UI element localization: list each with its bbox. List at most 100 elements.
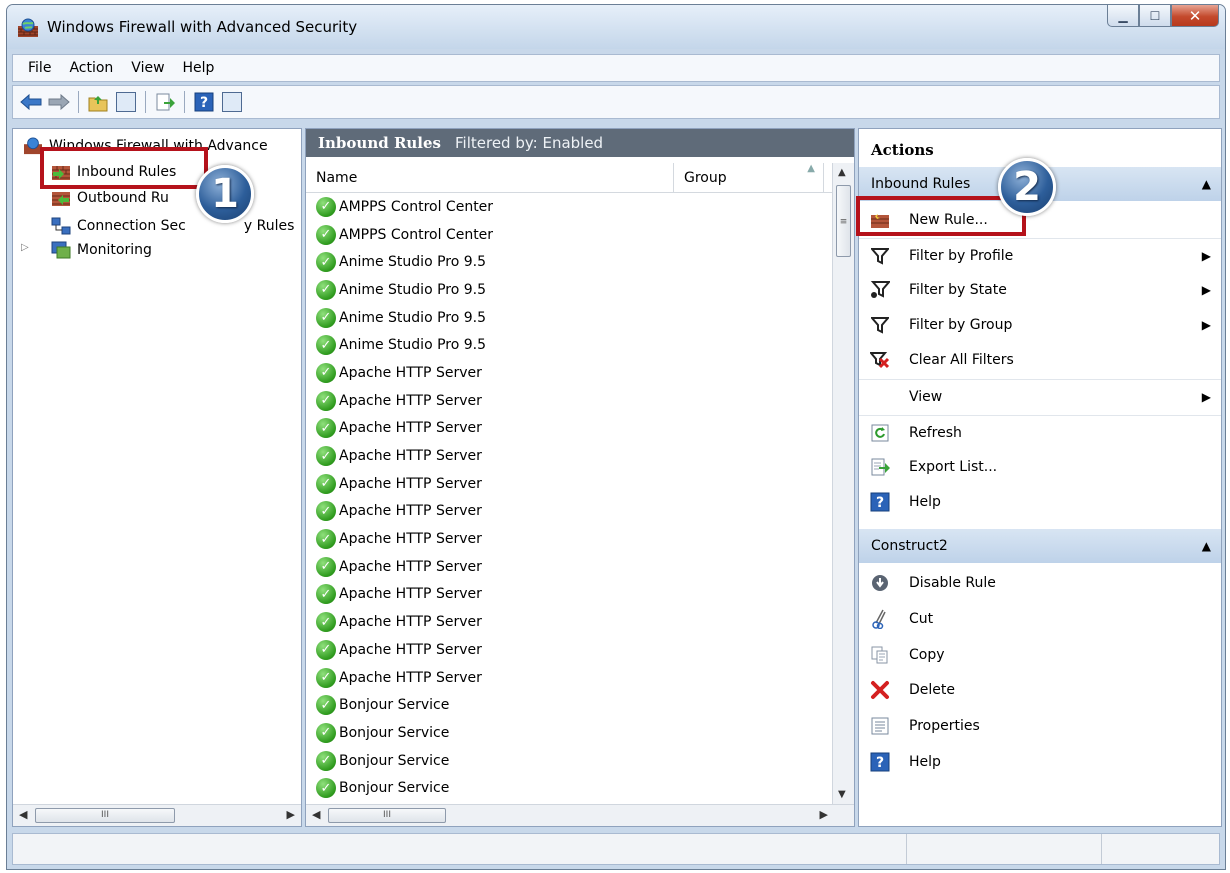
close-button[interactable]: ✕ (1171, 5, 1219, 27)
table-row[interactable]: ✓ Bonjour Service (306, 719, 832, 747)
minimize-button[interactable]: ▁ (1107, 5, 1139, 27)
tree-horizontal-scrollbar[interactable]: ◀ III ▶ (13, 804, 301, 826)
table-row[interactable]: ✓ Bonjour Service (306, 691, 832, 719)
action-filter-by-profile[interactable]: Filter by Profile ▶ (859, 238, 1221, 272)
enabled-check-icon: ✓ (316, 529, 336, 550)
enabled-check-icon: ✓ (316, 362, 336, 383)
rule-name: Apache HTTP Server (339, 669, 482, 686)
rule-name: AMPPS Control Center (339, 198, 494, 215)
table-row[interactable]: ✓ Apache HTTP Server (306, 359, 832, 387)
action-cut[interactable]: Cut (859, 602, 1221, 636)
action-export-list[interactable]: Export List... (859, 450, 1221, 484)
action-disable-rule[interactable]: Disable Rule (859, 566, 1221, 600)
table-row[interactable]: ✓ AMPPS Control Center (306, 221, 832, 249)
export-button[interactable] (153, 90, 177, 114)
table-row[interactable]: ✓ Anime Studio Pro 9.5 (306, 304, 832, 332)
scroll-right-icon[interactable]: ▶ (820, 808, 828, 821)
scroll-thumb[interactable]: III (328, 808, 446, 823)
action-help[interactable]: ? Help (859, 485, 1221, 519)
table-row[interactable]: ✓ Anime Studio Pro 9.5 (306, 248, 832, 276)
table-row[interactable]: ✓ Apache HTTP Server (306, 553, 832, 581)
show-hide-action-pane-button[interactable] (220, 90, 244, 114)
table-row[interactable]: ✓ Anime Studio Pro 9.5 (306, 331, 832, 359)
menu-file[interactable]: File (19, 60, 60, 76)
rules-list: ✓ AMPPS Control Center ✓ AMPPS Control Cent… (306, 193, 832, 804)
action-clear-all-filters[interactable]: Clear All Filters (859, 343, 1221, 377)
rule-name: Bonjour Service (339, 780, 450, 797)
toolbar: ? (12, 85, 1220, 119)
enabled-check-icon: ✓ (316, 473, 336, 494)
menu-bar: File Action View Help (12, 54, 1220, 82)
new-rule-icon (869, 209, 891, 231)
monitoring-icon (51, 241, 71, 259)
column-header-name[interactable]: Name (306, 163, 674, 193)
sort-ascending-icon: ▲ (807, 163, 815, 174)
table-row[interactable]: ✓ Apache HTTP Server (306, 387, 832, 415)
table-row[interactable]: ✓ Apache HTTP Server (306, 608, 832, 636)
scroll-thumb[interactable]: ≡ (836, 185, 851, 257)
rule-name: Apache HTTP Server (339, 448, 482, 465)
menu-view[interactable]: View (122, 60, 173, 76)
action-properties[interactable]: Properties (859, 709, 1221, 743)
scroll-thumb[interactable]: III (35, 808, 175, 823)
table-row[interactable]: ✓ Apache HTTP Server (306, 581, 832, 609)
menu-help[interactable]: Help (174, 60, 224, 76)
up-level-button[interactable] (86, 90, 110, 114)
maximize-button[interactable]: ☐ (1139, 5, 1171, 27)
action-delete[interactable]: Delete (859, 673, 1221, 707)
title-bar[interactable]: Windows Firewall with Advanced Security … (7, 5, 1225, 49)
table-row[interactable]: ✓ Apache HTTP Server (306, 664, 832, 692)
refresh-icon (869, 422, 891, 444)
back-button[interactable] (19, 90, 43, 114)
show-hide-tree-button[interactable] (114, 90, 138, 114)
action-label: Help (909, 754, 941, 770)
scroll-up-icon[interactable]: ▲ (838, 167, 846, 178)
table-row[interactable]: ✓ Anime Studio Pro 9.5 (306, 276, 832, 304)
scroll-right-icon[interactable]: ▶ (287, 808, 295, 821)
forward-button[interactable] (47, 90, 71, 114)
submenu-arrow-icon: ▶ (1201, 248, 1211, 263)
expand-monitoring-icon[interactable]: ▷ (21, 242, 29, 253)
actions-section-construct2[interactable]: Construct2 ▲ (859, 529, 1221, 563)
menu-action[interactable]: Action (60, 60, 122, 76)
table-row[interactable]: ✓ Apache HTTP Server (306, 525, 832, 553)
tree-root[interactable]: Windows Firewall with Advance (23, 133, 268, 159)
rule-name: Anime Studio Pro 9.5 (339, 281, 487, 298)
window-title: Windows Firewall with Advanced Security (47, 18, 358, 36)
table-row[interactable]: ✓ Apache HTTP Server (306, 415, 832, 443)
tree-item-monitoring[interactable]: Monitoring (51, 237, 152, 263)
rule-name: Anime Studio Pro 9.5 (339, 337, 487, 354)
action-view[interactable]: View ▶ (859, 379, 1221, 413)
table-row[interactable]: ✓ AMPPS Control Center (306, 193, 832, 221)
scroll-down-icon[interactable]: ▼ (838, 789, 846, 800)
list-horizontal-scrollbar[interactable]: ◀ III ▶ (306, 804, 854, 826)
column-header-group[interactable]: Group ▲ (674, 163, 824, 193)
table-row[interactable]: ✓ Apache HTTP Server (306, 498, 832, 526)
table-row[interactable]: ✓ Bonjour Service (306, 747, 832, 775)
enabled-check-icon: ✓ (316, 224, 336, 245)
action-filter-by-group[interactable]: Filter by Group ▶ (859, 308, 1221, 342)
tree-item-inbound-rules[interactable]: Inbound Rules (51, 159, 176, 185)
action-refresh[interactable]: Refresh (859, 415, 1221, 449)
callout-badge-1: 1 (196, 165, 254, 223)
tree-item-connection-security-rules[interactable]: Connection Sec y Rules (51, 213, 294, 239)
action-filter-by-state[interactable]: Filter by State ▶ (859, 273, 1221, 307)
table-row[interactable]: ✓ Apache HTTP Server (306, 442, 832, 470)
action-help-construct2[interactable]: ? Help (859, 745, 1221, 779)
scroll-left-icon[interactable]: ◀ (312, 808, 320, 821)
table-row[interactable]: ✓ Apache HTTP Server (306, 636, 832, 664)
table-row[interactable]: ✓ Bonjour Service (306, 774, 832, 802)
rule-name: Apache HTTP Server (339, 614, 482, 631)
collapse-up-icon[interactable]: ▲ (1202, 177, 1211, 191)
list-vertical-scrollbar[interactable]: ▲ ≡ ▼ (832, 163, 854, 804)
table-row[interactable]: ✓ Apache HTTP Server (306, 470, 832, 498)
help-icon: ? (869, 751, 891, 773)
action-label: Export List... (909, 459, 998, 475)
enabled-check-icon: ✓ (316, 446, 336, 467)
tree-item-outbound-rules[interactable]: Outbound Ru (51, 185, 169, 211)
action-copy[interactable]: Copy (859, 638, 1221, 672)
scroll-left-icon[interactable]: ◀ (19, 808, 27, 821)
help-button[interactable]: ? (192, 90, 216, 114)
collapse-up-icon[interactable]: ▲ (1202, 539, 1211, 553)
svg-text:?: ? (200, 95, 208, 111)
